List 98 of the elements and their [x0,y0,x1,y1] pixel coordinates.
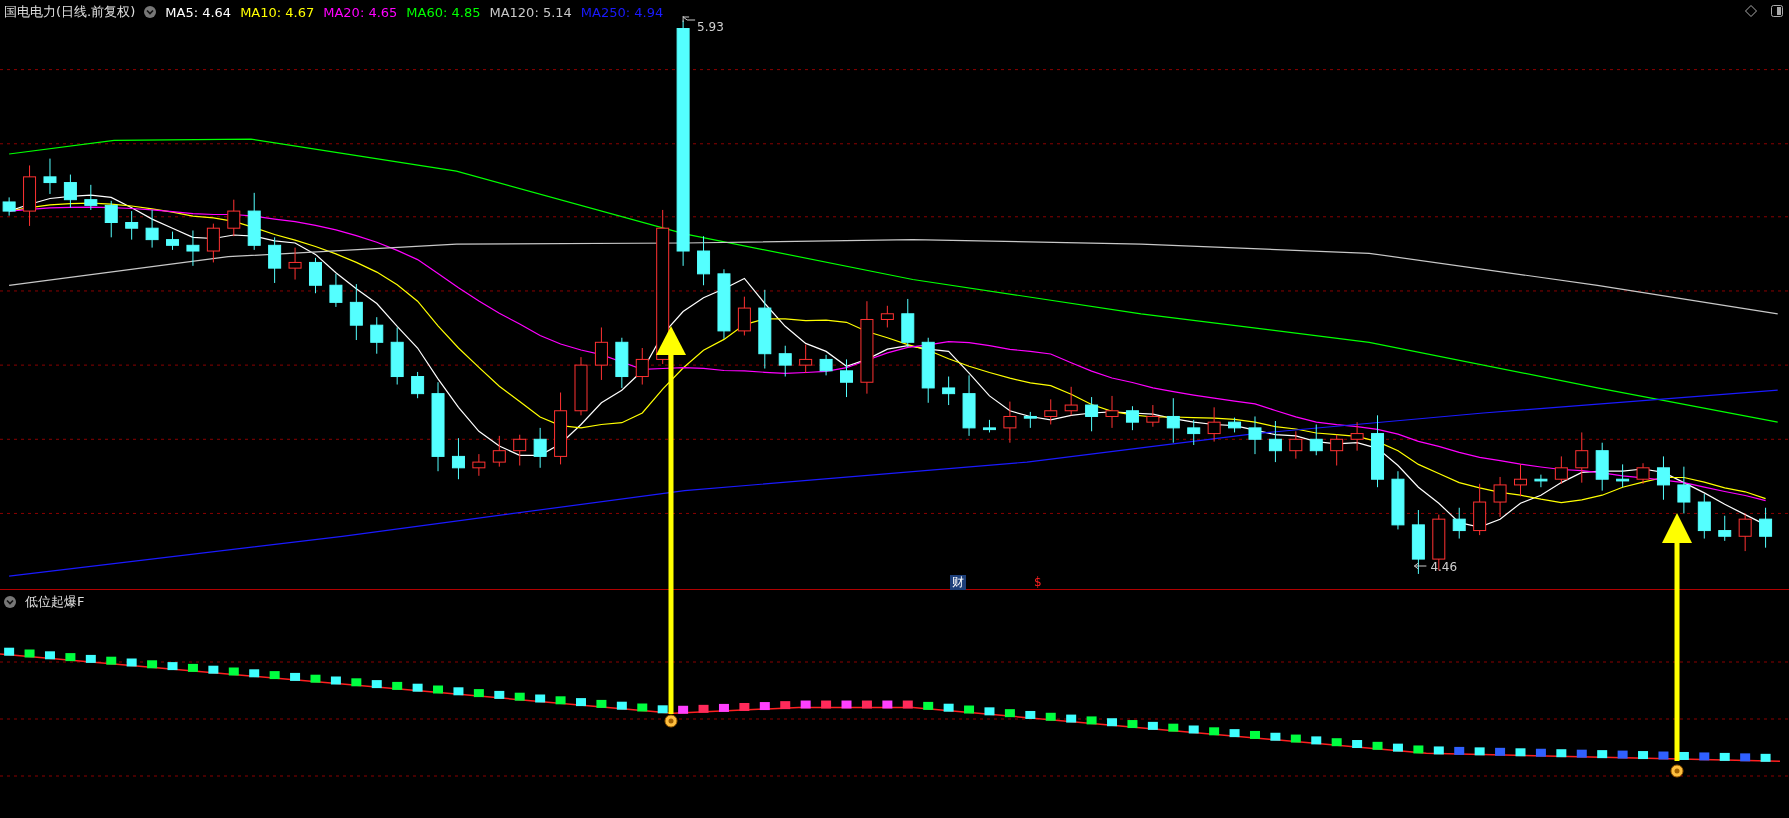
candlestick [1289,430,1303,460]
candlestick [880,305,894,328]
moving-average-label: MA20: 4.65 [323,4,398,20]
candlestick [390,326,404,385]
candlestick [84,184,98,211]
candlestick [1473,483,1487,536]
candlestick [1044,398,1058,425]
candlestick [1391,470,1405,530]
event-marker[interactable]: 财 [950,575,966,590]
moving-average-label: MA10: 4.67 [240,4,315,20]
moving-average-label: MA250: 4.94 [580,4,664,20]
candlestick [1146,404,1160,428]
candlestick [1636,462,1650,485]
candlestick [43,158,57,195]
dropdown-icon[interactable] [4,596,16,608]
candlestick [901,298,915,348]
moving-average-label: MA5: 4.64 [165,4,232,20]
candlestick [1452,507,1466,540]
moving-average-label: MA60: 4.85 [406,4,481,20]
signal-coin-icon [1670,764,1684,778]
candlestick [1350,421,1364,452]
candlestick [533,427,547,469]
candlestick [615,337,629,389]
panel-toggle-icon[interactable] [1771,5,1783,17]
candlestick [451,437,465,480]
signal-coin-icon [664,714,678,728]
candlestick [1759,507,1773,549]
candlestick [186,230,200,267]
candlestick [1697,493,1711,540]
candlestick [1207,406,1221,443]
candlestick [349,283,363,341]
candlestick [962,374,976,437]
candlestick [737,296,751,336]
candlestick [594,326,608,381]
candlestick [1003,401,1017,444]
candlestick [921,337,935,404]
candlestick [819,354,833,376]
candlestick [370,316,384,355]
candlestick [104,200,118,238]
candlestick [1718,515,1732,542]
candlestick [1514,463,1527,497]
candlestick [1125,405,1139,431]
candlestick [799,344,813,374]
candlestick [1105,395,1119,429]
candlestick [1616,463,1630,488]
pointer-icon [1413,562,1427,570]
candlestick [635,347,649,385]
dropdown-icon[interactable] [144,6,157,18]
candlestick [983,419,996,433]
candlestick [309,257,322,294]
candlestick [1534,474,1548,488]
candlestick [268,236,282,284]
candlestick [206,223,220,263]
candlestick [513,434,527,467]
candlestick [329,273,343,308]
candlestick [1575,431,1589,484]
candlestick [1166,397,1180,444]
candlestick [1677,466,1691,514]
candlestick [1187,419,1201,446]
candlestick [840,358,853,398]
candlestick [1309,423,1323,456]
candlestick [574,356,588,416]
candlestick [1064,386,1078,416]
moving-average-label: MA120: 5.14 [489,4,572,20]
candlestick [1085,396,1099,432]
candlestick [411,371,425,399]
candlestick [63,174,77,209]
candlestick [1493,476,1507,518]
candlestick [1411,509,1425,575]
candlestick [145,209,159,249]
candlestick [166,231,179,251]
candlestick [125,210,139,241]
candlestick [1656,455,1670,501]
low-price-label: 4.46 [1430,560,1458,574]
candlestick [2,196,16,217]
stock-title: 国电电力(日线.前复权) [4,3,136,21]
candlestick [1228,417,1242,433]
candlestick [1268,420,1282,463]
diamond-icon[interactable] [1745,5,1757,17]
candlestick [288,247,302,281]
high-price-label: 5.93 [697,20,724,34]
candlestick [1554,455,1568,485]
candlestick [697,235,711,286]
candlestick [717,268,731,340]
candlestick [1330,434,1344,467]
candlestick [227,199,241,237]
candlestick [942,376,956,406]
candlestick [472,453,486,477]
candlestick [23,164,37,227]
candlestick [1738,514,1752,552]
indicator-title: 低位起爆F [25,593,85,611]
candlestick [247,192,261,251]
candlestick [1595,442,1609,492]
candlestick [1023,411,1037,429]
candlestick [492,435,506,468]
event-marker[interactable]: $ [1032,575,1044,590]
candlestick [778,345,792,378]
candlestick [1248,415,1262,455]
